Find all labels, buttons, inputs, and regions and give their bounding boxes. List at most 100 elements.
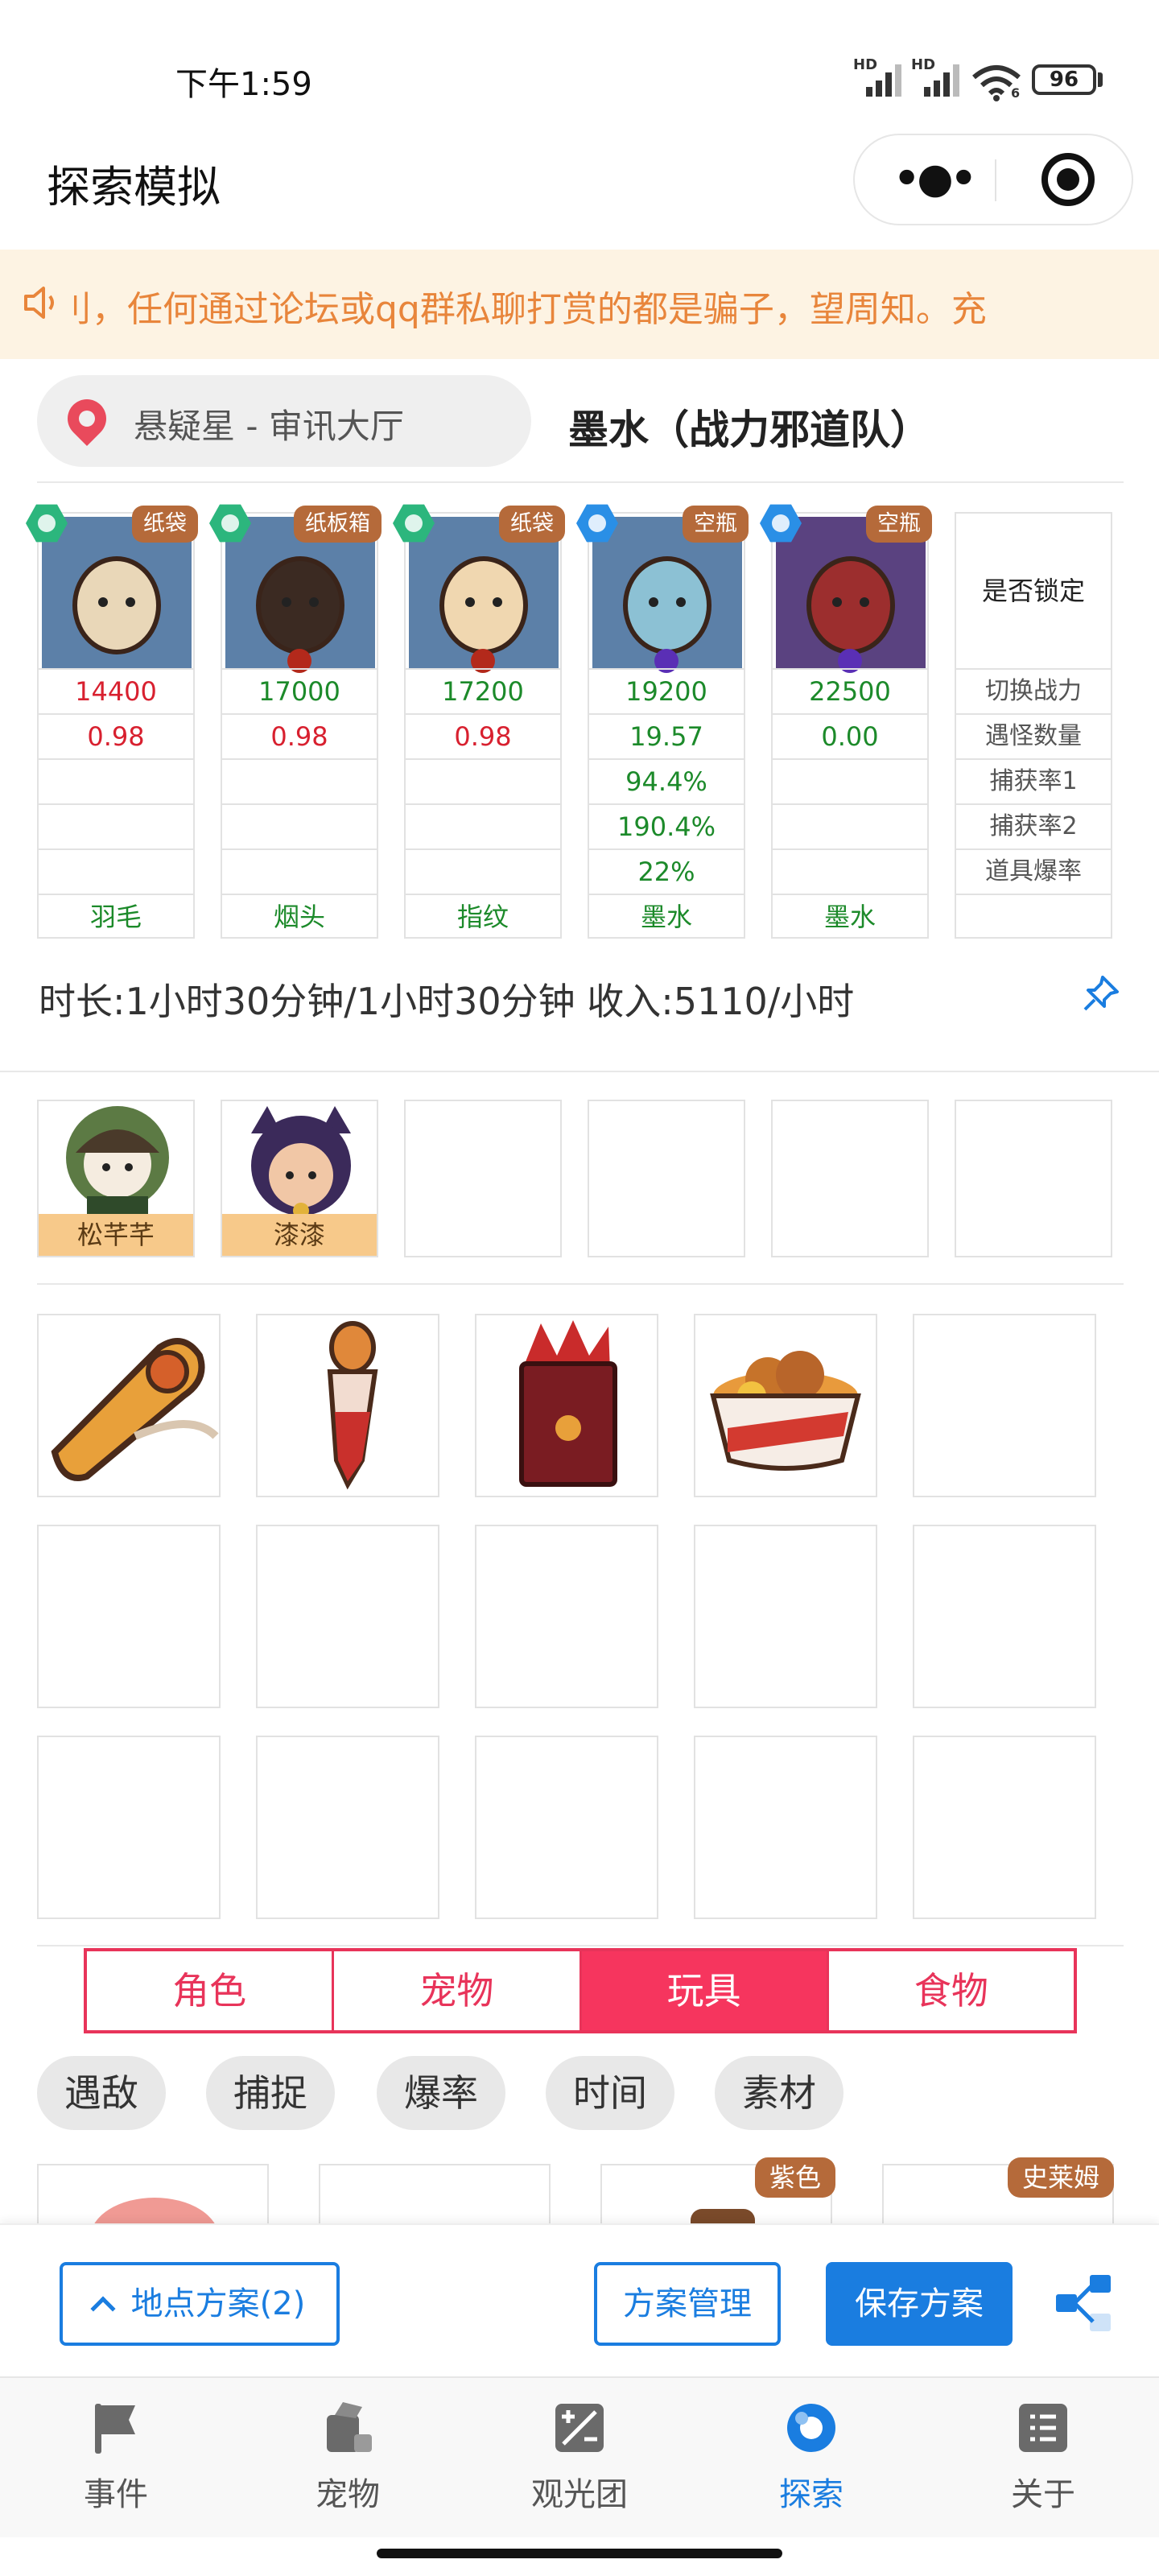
pet-capture2: 190.4% (589, 803, 744, 848)
item-slot-empty[interactable] (694, 1736, 877, 1919)
item-slot-whistle[interactable] (37, 1314, 221, 1497)
category-tabs: 角色 宠物 玩具 食物 (84, 1948, 1077, 2033)
filter-chip-drop[interactable]: 爆率 (377, 2056, 505, 2130)
companion-slot-empty[interactable] (404, 1100, 562, 1257)
more-dots-icon[interactable]: •●• (893, 155, 977, 203)
pet-drop-rate (406, 848, 560, 894)
manage-plans-button[interactable]: 方案管理 (594, 2262, 781, 2346)
location-text: 悬疑星 - 审讯大厅 (134, 407, 404, 446)
pet-type-tag: 纸袋 (499, 506, 565, 543)
tab-pet[interactable]: 宠物 (334, 1951, 582, 2030)
companion-slot-empty[interactable] (588, 1100, 745, 1257)
pet-item: 指纹 (406, 894, 560, 939)
target-circle-icon[interactable] (1041, 153, 1095, 206)
item-slot-empty[interactable] (37, 1525, 221, 1708)
pet-item: 烟头 (222, 894, 377, 939)
tab-food[interactable]: 食物 (829, 1951, 1074, 2030)
pet-power[interactable]: 17200 (406, 668, 560, 713)
pet-capture1 (222, 758, 377, 803)
pet-drop-rate (39, 848, 193, 894)
tab-toy[interactable]: 玩具 (581, 1951, 829, 2030)
lock-toggle[interactable]: 是否锁定 (956, 514, 1111, 668)
pet-power[interactable]: 22500 (773, 668, 927, 713)
tabbar-item-events[interactable]: 事件 (35, 2399, 196, 2515)
item-slot-empty[interactable] (256, 1736, 439, 1919)
signal-icon-2: HD (911, 56, 959, 97)
pin-icon[interactable] (1079, 972, 1122, 1016)
pet-capture2 (222, 803, 377, 848)
share-icon[interactable] (1051, 2270, 1116, 2334)
pet-item: 墨水 (589, 894, 744, 939)
tab-role[interactable]: 角色 (87, 1951, 335, 2030)
notice-banner: 刂，任何通过论坛或qq群私聊打赏的都是骗子，望周知。充 (0, 250, 1159, 359)
food-bowl-icon (710, 1351, 861, 1471)
filter-chip-time[interactable]: 时间 (546, 2056, 674, 2130)
item-slot-empty[interactable] (475, 1525, 658, 1708)
filter-chip-capture[interactable]: 捕捉 (206, 2056, 335, 2130)
companion-slot-1[interactable]: 松芊芊 (37, 1100, 195, 1257)
pet-drop-rate: 22% (589, 848, 744, 894)
pet-encounter: 0.98 (406, 713, 560, 758)
companion-slot-empty[interactable] (771, 1100, 929, 1257)
divider (37, 1945, 1124, 1946)
location-pin-icon (60, 391, 114, 446)
battery-indicator: 96 (1032, 64, 1096, 95)
pet-icon (327, 2402, 372, 2452)
companion-avatar (251, 1106, 351, 1219)
pet-capture1 (39, 758, 193, 803)
divider (37, 1283, 1124, 1285)
item-slot-empty[interactable] (256, 1525, 439, 1708)
tabbar-item-pets[interactable]: 宠物 (267, 2399, 428, 2515)
pet-card[interactable]: 纸袋 17200 0.98 指纹 (393, 504, 565, 939)
tabbar-item-about[interactable]: 关于 (963, 2399, 1124, 2515)
stat-labels-column: 是否锁定 切换战力 遇怪数量 捕获率1 捕获率2 道具爆率 (955, 512, 1112, 939)
wifi-badge: 6 (1011, 85, 1021, 101)
label-encounter: 遇怪数量 (956, 713, 1111, 758)
pet-type-tag: 空瓶 (866, 506, 932, 543)
item-slot-dropper[interactable] (256, 1314, 439, 1497)
pet-power[interactable]: 19200 (589, 668, 744, 713)
item-slot-box[interactable] (475, 1314, 658, 1497)
tabbar-item-tour[interactable]: 观光团 (499, 2399, 660, 2515)
notice-text: 刂，任何通过论坛或qq群私聊打赏的都是骗子，望周知。充 (56, 289, 987, 330)
save-plan-button[interactable]: 保存方案 (826, 2262, 1013, 2346)
rarity-tag: 紫色 (755, 2157, 836, 2198)
pet-card[interactable]: 空瓶 22500 0.00 墨水 (760, 504, 932, 939)
pet-type-tag: 空瓶 (683, 506, 749, 543)
item-slot-empty[interactable] (913, 1525, 1096, 1708)
pet-item: 羽毛 (39, 894, 193, 939)
pet-card[interactable]: 空瓶 19200 19.57 94.4% 190.4% 22% 墨水 (576, 504, 749, 939)
flag-icon (95, 2404, 135, 2454)
item-slot-empty[interactable] (913, 1736, 1096, 1919)
speaker-icon (24, 287, 54, 319)
tabbar-item-explore[interactable]: 探索 (731, 2399, 892, 2515)
pet-capture1 (406, 758, 560, 803)
companion-slot-2[interactable]: 漆漆 (221, 1100, 378, 1257)
pet-power[interactable]: 17000 (222, 668, 377, 713)
pet-encounter: 19.57 (589, 713, 744, 758)
filter-chip-encounter[interactable]: 遇敌 (37, 2056, 166, 2130)
dropper-icon (327, 1321, 378, 1490)
pet-drop-rate (222, 848, 377, 894)
companion-slot-empty[interactable] (955, 1100, 1112, 1257)
pet-capture1: 94.4% (589, 758, 744, 803)
pet-type-tag: 纸袋 (132, 506, 198, 543)
label-capture1: 捕获率1 (956, 758, 1111, 803)
location-selector[interactable]: 悬疑星 - 审讯大厅 (37, 375, 531, 467)
pet-card[interactable]: 纸袋 14400 0.98 羽毛 (26, 504, 198, 939)
item-slot-empty[interactable] (913, 1314, 1096, 1497)
whistle-icon (51, 1338, 219, 1481)
filter-chip-material[interactable]: 素材 (715, 2056, 843, 2130)
pet-card[interactable]: 纸板箱 17000 0.98 烟头 (209, 504, 382, 939)
item-slot-empty[interactable] (475, 1736, 658, 1919)
pet-capture2 (39, 803, 193, 848)
home-indicator (377, 2549, 782, 2558)
pet-capture2 (406, 803, 560, 848)
action-bar: 地点方案(2) 方案管理 保存方案 (0, 2223, 1159, 2376)
item-slot-empty[interactable] (694, 1525, 877, 1708)
item-slot-empty[interactable] (37, 1736, 221, 1919)
location-plans-button[interactable]: 地点方案(2) (60, 2262, 340, 2346)
pet-power[interactable]: 14400 (39, 668, 193, 713)
label-power[interactable]: 切换战力 (956, 668, 1111, 713)
item-slot-food-bowl[interactable] (694, 1314, 877, 1497)
